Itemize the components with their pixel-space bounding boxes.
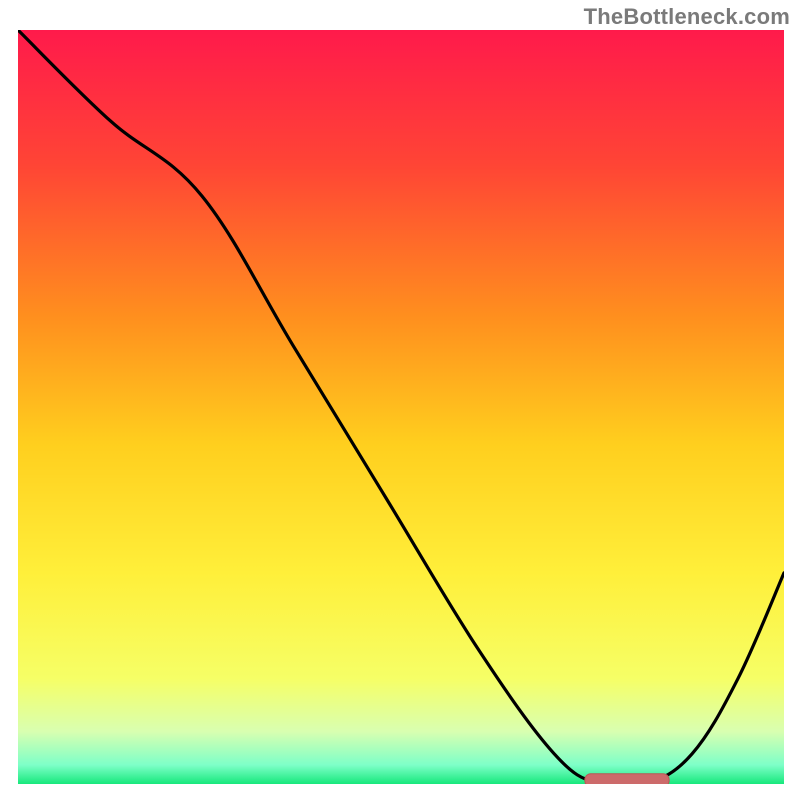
gradient-background — [18, 30, 784, 784]
plot-area — [18, 30, 784, 784]
attribution-text: TheBottleneck.com — [584, 4, 790, 30]
bottleneck-chart — [18, 30, 784, 784]
chart-frame: TheBottleneck.com — [0, 0, 800, 800]
optimal-marker — [585, 774, 669, 784]
